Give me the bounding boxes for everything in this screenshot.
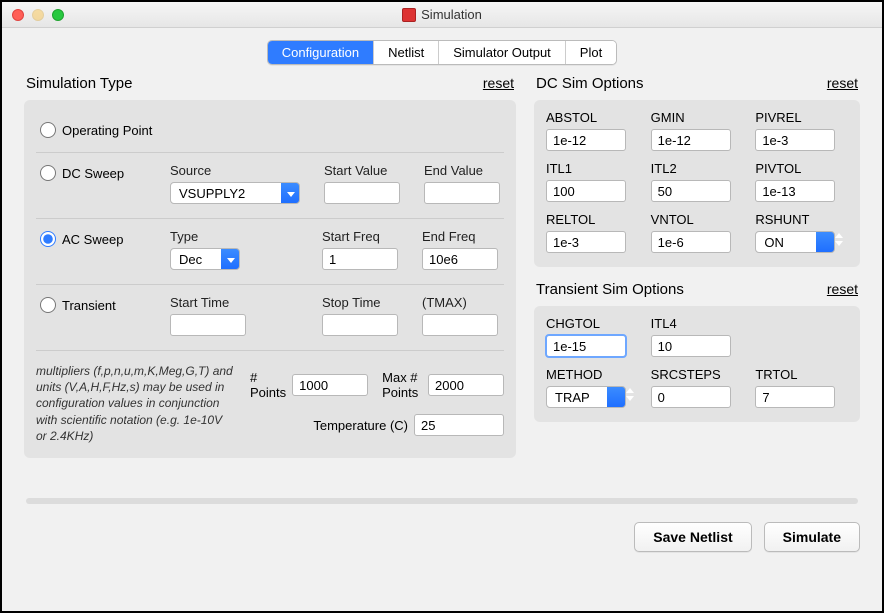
transient-options-reset[interactable]: reset <box>827 281 858 297</box>
trtol-label: TRTOL <box>755 367 848 382</box>
dc-start-input[interactable] <box>324 182 400 204</box>
abstol-label: ABSTOL <box>546 110 639 125</box>
tab-netlist[interactable]: Netlist <box>373 41 438 64</box>
label-operating-point: Operating Point <box>62 123 152 138</box>
pivrel-label: PIVREL <box>755 110 848 125</box>
tab-configuration[interactable]: Configuration <box>268 41 373 64</box>
dc-source-select[interactable]: VSUPPLY2 <box>170 182 300 204</box>
method-select[interactable]: TRAP <box>546 386 626 408</box>
max-points-label: Max # Points <box>382 370 422 400</box>
itl1-label: ITL1 <box>546 161 639 176</box>
progress-bar <box>26 498 858 504</box>
tran-start-label: Start Time <box>170 295 246 310</box>
pivtol-label: PIVTOL <box>755 161 848 176</box>
label-ac-sweep: AC Sweep <box>62 232 123 247</box>
itl2-label: ITL2 <box>651 161 744 176</box>
rshunt-select[interactable]: ON <box>755 231 835 253</box>
rshunt-label: RSHUNT <box>755 212 848 227</box>
simulation-type-panel: Operating Point DC Sweep Source <box>24 100 516 458</box>
transient-options-panel: CHGTOL ITL4 METHOD TRAP SRCSTEPS <box>534 306 860 422</box>
ac-type-label: Type <box>170 229 240 244</box>
ac-start-label: Start Freq <box>322 229 398 244</box>
chgtol-label: CHGTOL <box>546 316 639 331</box>
dc-options-title: DC Sim Options <box>536 75 644 92</box>
dc-start-label: Start Value <box>324 163 400 178</box>
label-transient: Transient <box>62 298 116 313</box>
tab-plot[interactable]: Plot <box>565 41 616 64</box>
tab-simulator-output[interactable]: Simulator Output <box>438 41 565 64</box>
row-notes-points: multipliers (f,p,n,u,m,K,Meg,G,T) and un… <box>36 350 504 444</box>
itl4-input[interactable] <box>651 335 731 357</box>
abstol-input[interactable] <box>546 129 626 151</box>
max-points-input[interactable] <box>428 374 504 396</box>
points-input[interactable] <box>292 374 368 396</box>
row-ac-sweep: AC Sweep Type Dec <box>36 218 504 284</box>
pivrel-input[interactable] <box>755 129 835 151</box>
save-netlist-button[interactable]: Save Netlist <box>634 522 751 552</box>
ac-end-label: End Freq <box>422 229 498 244</box>
trtol-input[interactable] <box>755 386 835 408</box>
radio-operating-point[interactable] <box>40 122 56 138</box>
dc-options-reset[interactable]: reset <box>827 75 858 91</box>
dc-end-label: End Value <box>424 163 500 178</box>
chgtol-input[interactable] <box>546 335 626 357</box>
points-label: # Points <box>250 370 286 400</box>
itl4-label: ITL4 <box>651 316 744 331</box>
dc-end-input[interactable] <box>424 182 500 204</box>
row-transient: Transient Start Time Stop Time <box>36 284 504 350</box>
multipliers-note: multipliers (f,p,n,u,m,K,Meg,G,T) and un… <box>36 363 236 444</box>
radio-transient[interactable] <box>40 297 56 313</box>
dc-source-label: Source <box>170 163 300 178</box>
temperature-input[interactable] <box>414 414 504 436</box>
vntol-label: VNTOL <box>651 212 744 227</box>
ac-start-input[interactable] <box>322 248 398 270</box>
srcsteps-input[interactable] <box>651 386 731 408</box>
tran-tmax-label: (TMAX) <box>422 295 498 310</box>
window-title: Simulation <box>421 7 482 22</box>
tran-tmax-input[interactable] <box>422 314 498 336</box>
footer-buttons: Save Netlist Simulate <box>24 522 860 552</box>
simulation-window: Simulation Configuration Netlist Simulat… <box>0 0 884 613</box>
ac-type-select[interactable]: Dec <box>170 248 240 270</box>
itl2-input[interactable] <box>651 180 731 202</box>
simulate-button[interactable]: Simulate <box>764 522 860 552</box>
ac-end-input[interactable] <box>422 248 498 270</box>
reltol-input[interactable] <box>546 231 626 253</box>
radio-ac-sweep[interactable] <box>40 231 56 247</box>
method-label: METHOD <box>546 367 639 382</box>
row-operating-point: Operating Point <box>36 110 504 152</box>
simulation-type-title: Simulation Type <box>26 75 132 92</box>
app-icon <box>402 8 416 22</box>
itl1-input[interactable] <box>546 180 626 202</box>
titlebar: Simulation <box>2 2 882 28</box>
tab-bar: Configuration Netlist Simulator Output P… <box>267 40 617 65</box>
row-dc-sweep: DC Sweep Source VSUPPLY2 <box>36 152 504 218</box>
simulation-type-reset[interactable]: reset <box>483 75 514 91</box>
tran-stop-label: Stop Time <box>322 295 398 310</box>
pivtol-input[interactable] <box>755 180 835 202</box>
tran-stop-input[interactable] <box>322 314 398 336</box>
gmin-input[interactable] <box>651 129 731 151</box>
reltol-label: RELTOL <box>546 212 639 227</box>
tab-bar-row: Configuration Netlist Simulator Output P… <box>24 40 860 65</box>
srcsteps-label: SRCSTEPS <box>651 367 744 382</box>
dc-options-panel: ABSTOL GMIN PIVREL ITL1 ITL2 PIVTOL RELT… <box>534 100 860 267</box>
gmin-label: GMIN <box>651 110 744 125</box>
tran-start-input[interactable] <box>170 314 246 336</box>
label-dc-sweep: DC Sweep <box>62 166 124 181</box>
vntol-input[interactable] <box>651 231 731 253</box>
temperature-label: Temperature (C) <box>313 418 408 433</box>
radio-dc-sweep[interactable] <box>40 165 56 181</box>
transient-options-title: Transient Sim Options <box>536 281 684 298</box>
